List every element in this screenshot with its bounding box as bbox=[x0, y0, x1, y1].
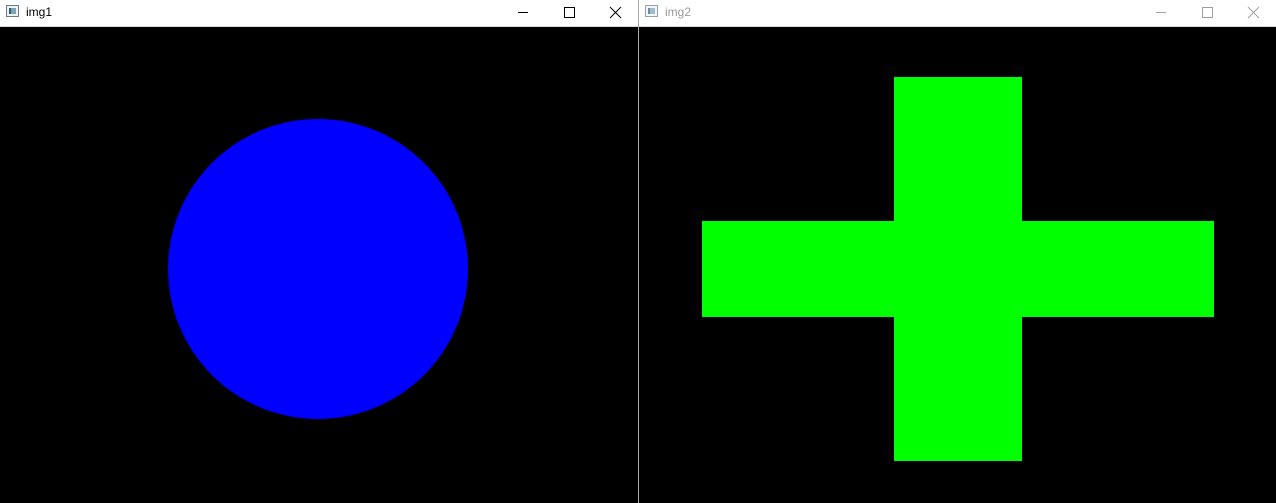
minimize-icon bbox=[518, 12, 528, 13]
image-window-img1[interactable]: img1 bbox=[0, 0, 638, 503]
image-canvas bbox=[0, 28, 638, 503]
close-button[interactable] bbox=[592, 0, 638, 26]
minimize-button[interactable] bbox=[1138, 0, 1184, 26]
image-display bbox=[639, 28, 1276, 503]
cross-horizontal-bar bbox=[702, 221, 1214, 317]
maximize-icon bbox=[1202, 7, 1213, 18]
maximize-button[interactable] bbox=[546, 0, 592, 26]
minimize-button[interactable] bbox=[500, 0, 546, 26]
image-window-img2[interactable]: img2 bbox=[639, 0, 1276, 503]
desktop: img1 img2 bbox=[0, 0, 1276, 503]
window-titlebar[interactable]: img2 bbox=[639, 0, 1276, 27]
maximize-button[interactable] bbox=[1184, 0, 1230, 26]
minimize-icon bbox=[1156, 12, 1166, 13]
app-window-icon bbox=[6, 5, 19, 17]
maximize-icon bbox=[564, 7, 575, 18]
close-button[interactable] bbox=[1230, 0, 1276, 26]
window-titlebar[interactable]: img1 bbox=[0, 0, 638, 27]
window-title: img1 bbox=[26, 5, 53, 19]
close-icon bbox=[609, 6, 622, 19]
blue-circle-shape bbox=[168, 119, 468, 419]
window-title: img2 bbox=[665, 5, 692, 19]
close-icon bbox=[1247, 6, 1260, 19]
image-display bbox=[0, 28, 638, 503]
app-window-icon bbox=[645, 5, 658, 17]
image-canvas bbox=[639, 28, 1276, 503]
